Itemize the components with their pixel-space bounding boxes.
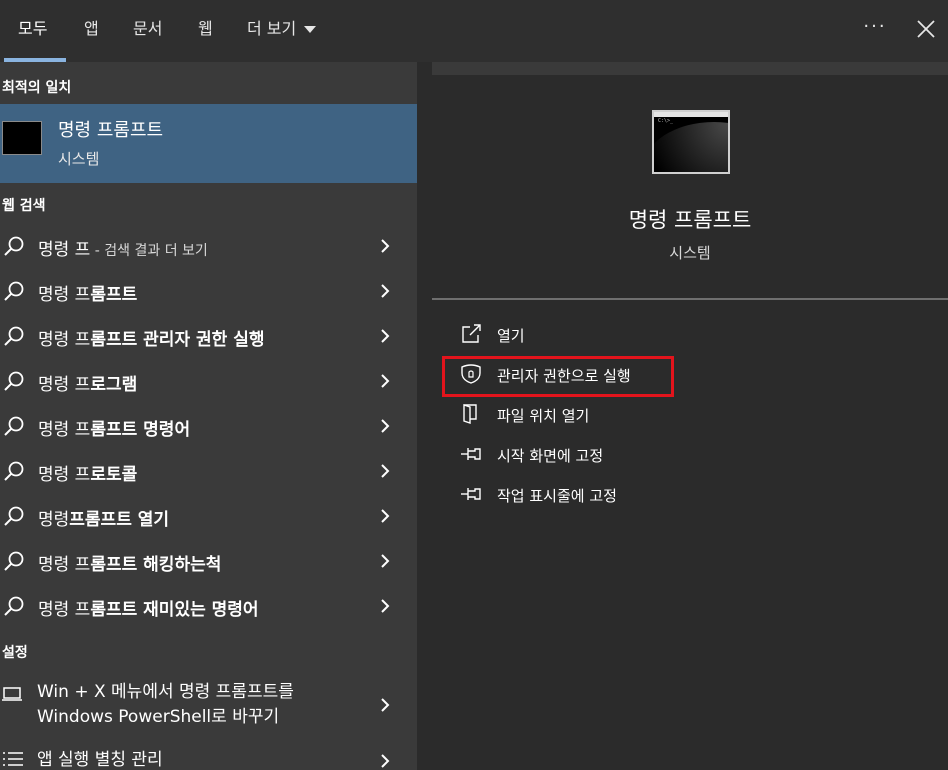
web-result-item[interactable]: 명령프롬프트 열기: [0, 494, 417, 539]
web-result-item[interactable]: 명령 프 - 검색 결과 더 보기: [0, 224, 417, 269]
chevron-right-icon: [381, 329, 390, 343]
web-result-prefix: 명령 프: [38, 555, 91, 575]
tab-more-label: 더 보기: [247, 19, 297, 38]
settings-item-line2: Windows PowerShell로 바꾸기: [37, 707, 280, 727]
web-result-bold: 롬프트 해킹하는척: [90, 555, 222, 575]
laptop-icon: [2, 687, 22, 701]
cmd-app-large-icon: C:\>_: [652, 110, 730, 174]
web-result-item[interactable]: 명령 프롬프트 관리자 권한 실행: [0, 314, 417, 359]
settings-item-line1: Win + X 메뉴에서 명령 프롬프트를: [37, 682, 294, 702]
chevron-down-icon: [304, 26, 317, 33]
detail-title: 명령 프롬프트: [628, 208, 752, 232]
web-result-text: 명령 프로그램: [38, 370, 137, 395]
action-open-label: 열기: [497, 327, 525, 345]
cmd-app-icon: [2, 121, 42, 155]
web-result-prefix: 명령 프: [38, 330, 91, 350]
web-result-item[interactable]: 명령 프롬프트: [0, 269, 417, 314]
search-icon: [4, 416, 24, 436]
web-result-text: 명령 프 - 검색 결과 더 보기: [38, 235, 208, 260]
file-location-icon: [463, 404, 477, 424]
list-icon: [3, 752, 23, 766]
tab-all[interactable]: 모두: [18, 18, 47, 40]
web-result-prefix: 명령 프: [38, 465, 91, 485]
web-result-bold: 롬프트 명령어: [90, 420, 191, 440]
web-result-bold: 로토콜: [90, 465, 138, 485]
icon-prompt-text: C:\>_: [658, 118, 674, 124]
search-icon: [4, 461, 24, 481]
best-match-title: 명령 프롬프트: [58, 120, 164, 141]
web-result-prefix: 명령 프: [38, 600, 91, 620]
section-best-match: 최적의 일치: [2, 80, 72, 96]
chevron-right-icon: [381, 698, 390, 712]
tab-apps[interactable]: 앱: [84, 18, 99, 40]
action-open-file-location-label: 파일 위치 열기: [497, 407, 590, 425]
more-options-button[interactable]: ···: [862, 16, 888, 42]
action-pin-to-taskbar[interactable]: 작업 표시줄에 고정: [458, 480, 698, 510]
web-result-prefix: 명령 프: [38, 240, 91, 260]
highlight-annotation: [442, 356, 674, 397]
search-icon: [4, 596, 24, 616]
web-result-bold: 롬프트: [90, 285, 138, 305]
settings-item-powershell[interactable]: Win + X 메뉴에서 명령 프롬프트를 Windows PowerShell…: [0, 678, 417, 733]
chevron-right-icon: [381, 239, 390, 253]
web-result-text: 명령 프롬프트: [38, 280, 137, 305]
chevron-right-icon: [381, 284, 390, 298]
web-result-item[interactable]: 명령 프로그램: [0, 359, 417, 404]
action-pin-to-start[interactable]: 시작 화면에 고정: [458, 440, 698, 470]
chevron-right-icon: [381, 509, 390, 523]
web-result-bold: 롬프트 관리자 권한 실행: [90, 330, 265, 350]
web-result-text: 명령프롬프트 열기: [38, 505, 169, 530]
web-result-item[interactable]: 명령 프롬프트 재미있는 명령어: [0, 584, 417, 629]
web-result-hint: - 검색 결과 더 보기: [90, 243, 208, 259]
chevron-right-icon: [381, 754, 390, 768]
web-result-prefix: 명령 프: [38, 285, 91, 305]
detail-subtitle: 시스템: [669, 244, 711, 262]
open-external-icon: [462, 324, 481, 343]
chevron-right-icon: [381, 374, 390, 388]
chevron-right-icon: [381, 554, 390, 568]
best-match-subtitle: 시스템: [58, 150, 100, 168]
chevron-right-icon: [381, 464, 390, 478]
web-result-item[interactable]: 명령 프롬프트 명령어: [0, 404, 417, 449]
action-open[interactable]: 열기: [458, 320, 698, 350]
search-icon: [4, 506, 24, 526]
tab-documents[interactable]: 문서: [133, 18, 162, 40]
tab-web[interactable]: 웹: [198, 18, 213, 40]
web-result-item[interactable]: 명령 프로토콜: [0, 449, 417, 494]
web-result-text: 명령 프롬프트 해킹하는척: [38, 550, 221, 575]
web-result-item[interactable]: 명령 프롬프트 해킹하는척: [0, 539, 417, 584]
web-result-prefix: 명령 프: [38, 420, 91, 440]
web-result-text: 명령 프롬프트 재미있는 명령어: [38, 595, 259, 620]
chevron-right-icon: [381, 599, 390, 613]
web-result-text: 명령 프로토콜: [38, 460, 137, 485]
settings-item-label: 앱 실행 별칭 관리: [37, 750, 163, 770]
action-pin-to-taskbar-label: 작업 표시줄에 고정: [497, 487, 617, 505]
pin-icon: [461, 448, 481, 460]
search-icon: [4, 236, 24, 256]
web-result-text: 명령 프롬프트 명령어: [38, 415, 190, 440]
pane-divider: [417, 62, 432, 770]
top-bar: 모두 앱 문서 웹 더 보기 ···: [0, 0, 948, 62]
section-web-search: 웹 검색: [2, 198, 46, 214]
action-open-file-location[interactable]: 파일 위치 열기: [458, 400, 698, 430]
close-icon[interactable]: [915, 18, 937, 40]
search-icon: [4, 551, 24, 571]
detail-divider: [432, 298, 948, 300]
web-result-prefix: 명령 프: [38, 375, 91, 395]
search-icon: [4, 281, 24, 301]
web-result-bold: 프롬프트 열기: [69, 510, 170, 530]
action-pin-to-start-label: 시작 화면에 고정: [497, 447, 604, 465]
settings-item-app-alias[interactable]: 앱 실행 별칭 관리: [0, 745, 417, 770]
web-result-prefix: 명령: [38, 510, 70, 530]
web-result-text: 명령 프롬프트 관리자 권한 실행: [38, 325, 264, 350]
pin-icon: [461, 488, 481, 500]
search-icon: [4, 371, 24, 391]
web-result-bold: 로그램: [90, 375, 138, 395]
web-result-bold: 롬프트 재미있는 명령어: [90, 600, 259, 620]
tab-more[interactable]: 더 보기: [247, 18, 317, 40]
section-settings: 설정: [2, 645, 28, 661]
search-icon: [4, 326, 24, 346]
chevron-right-icon: [381, 419, 390, 433]
